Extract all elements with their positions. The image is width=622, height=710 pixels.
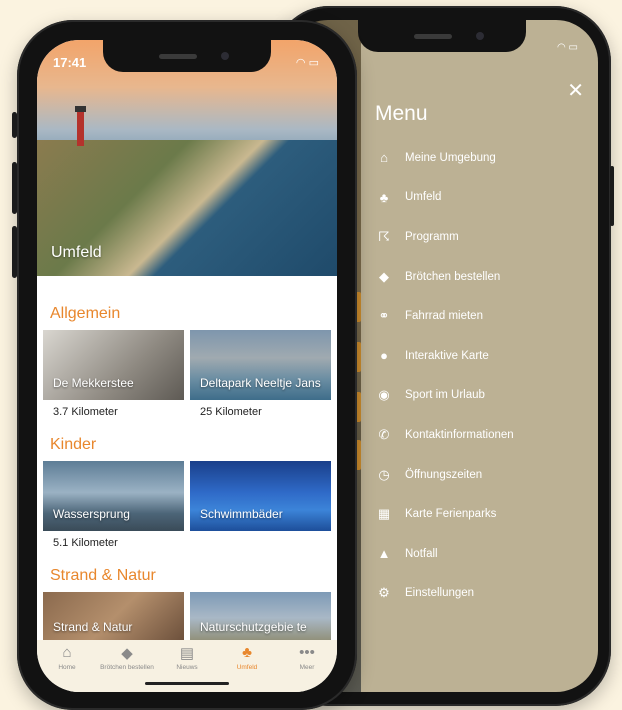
page-title: Umfeld <box>51 244 102 261</box>
tab-label: Brötchen bestellen <box>100 664 154 671</box>
card-naturschutzgebiete[interactable]: Naturschutzgebie te <box>190 592 331 644</box>
tab-umfeld[interactable]: ♣ Umfeld <box>217 644 277 671</box>
menu-item-label: Interaktive Karte <box>405 349 489 362</box>
card-label: Deltapark Neeltje Jans <box>200 376 321 390</box>
tab-label: Umfeld <box>236 664 258 671</box>
menu-item-label: Kontaktinformationen <box>405 428 514 441</box>
menu-item-label: Karte Ferienparks <box>405 508 497 521</box>
menu-item-karte[interactable]: ● Interaktive Karte <box>375 336 514 376</box>
ball-icon: ◉ <box>378 387 390 403</box>
card-de-mekkerstee[interactable]: De Mekkerstee <box>43 330 184 400</box>
bread-icon: ◆ <box>121 645 133 662</box>
menu-item-sport[interactable]: ◉ Sport im Urlaub <box>375 376 514 416</box>
area-icon: ♣ <box>379 189 389 205</box>
speaker <box>414 34 452 39</box>
card-strand-natur[interactable]: Strand & Natur <box>43 592 184 644</box>
menu-item-einstellungen[interactable]: ⚙ Einstellungen <box>375 574 514 614</box>
menu-item-oeffnungszeiten[interactable]: ◷ Öffnungszeiten <box>375 455 514 495</box>
section-title-strand-natur: Strand & Natur <box>50 567 156 584</box>
section-title-kinder: Kinder <box>50 436 97 453</box>
phone-button <box>610 166 614 226</box>
card-label: Schwimmbäder <box>200 507 283 521</box>
more-icon: ••• <box>299 644 315 661</box>
tab-nieuws[interactable]: ▤ Nieuws <box>157 644 217 671</box>
tab-label: Home <box>58 664 76 671</box>
menu-item-label: Umfeld <box>405 191 442 204</box>
menu-title: Menu <box>375 102 428 125</box>
house-icon: ⌂ <box>380 150 388 166</box>
battery-icon: ▭ <box>568 42 578 53</box>
menu-item-label: Fahrrad mieten <box>405 310 483 323</box>
notch <box>358 20 526 52</box>
menu-list: ⌂ Meine Umgebung ♣ Umfeld ☈ Programm ◆ Brötc… <box>375 138 514 613</box>
tab-home[interactable]: ⌂ Home <box>37 644 97 671</box>
tab-label: Meer <box>299 664 315 671</box>
tab-label: Nieuws <box>176 664 198 671</box>
menu-item-label: Notfall <box>405 547 438 560</box>
menu-item-label: Brötchen bestellen <box>405 270 501 283</box>
card-label: De Mekkerstee <box>53 376 134 390</box>
person-icon: ☈ <box>378 228 390 244</box>
side-menu: ✕ Menu ⌂ Meine Umgebung ♣ Umfeld ☈ Programm… <box>361 20 598 692</box>
card-wassersprung[interactable]: Wassersprung <box>43 461 184 531</box>
map-icon: ▦ <box>377 506 391 522</box>
phone-button <box>12 112 17 138</box>
menu-item-label: Meine Umgebung <box>405 151 496 164</box>
card-distance: 25 Kilometer <box>200 406 262 418</box>
menu-item-broetchen[interactable]: ◆ Brötchen bestellen <box>375 257 514 297</box>
card-label: Wassersprung <box>53 507 130 521</box>
status-icons: ◠ ▭ <box>296 56 319 69</box>
menu-item-notfall[interactable]: ▲ Notfall <box>375 534 514 574</box>
menu-item-meine-umgebung[interactable]: ⌂ Meine Umgebung <box>375 138 514 178</box>
wifi-icon: ◠ <box>295 57 306 69</box>
clock-icon: ◷ <box>378 466 390 482</box>
tab-broetchen[interactable]: ◆ Brötchen bestellen <box>97 644 157 671</box>
news-icon: ▤ <box>179 645 195 662</box>
home-icon: ⌂ <box>62 644 72 661</box>
front-phone: Umfeld Allgemein De Mekkerstee 3.7 Kilom… <box>12 20 357 710</box>
section-title-allgemein: Allgemein <box>50 305 121 322</box>
card-schwimmbaeder[interactable]: Schwimmbäder <box>190 461 331 531</box>
notch <box>103 40 271 72</box>
card-deltapark[interactable]: Deltapark Neeltje Jans <box>190 330 331 400</box>
area-icon: ♣ <box>242 644 252 661</box>
menu-item-label: Programm <box>405 230 459 243</box>
phone-button <box>12 226 17 278</box>
menu-item-fahrrad[interactable]: ⚭ Fahrrad mieten <box>375 296 514 336</box>
pin-icon: ● <box>380 348 388 364</box>
lighthouse <box>75 106 86 146</box>
wifi-icon: ◠ <box>557 42 566 53</box>
back-status-icons: ◠ ▭ <box>557 42 578 53</box>
card-distance: 5.1 Kilometer <box>53 537 118 549</box>
warning-icon: ▲ <box>377 546 391 562</box>
card-distance: 3.7 Kilometer <box>53 406 118 418</box>
status-time: 17:41 <box>53 55 87 70</box>
phone-icon: ✆ <box>378 426 390 442</box>
camera <box>476 32 484 40</box>
menu-item-label: Öffnungszeiten <box>405 468 483 481</box>
close-icon[interactable]: ✕ <box>567 78 584 103</box>
settings-icon: ⚙ <box>378 585 390 601</box>
menu-item-umfeld[interactable]: ♣ Umfeld <box>375 178 514 218</box>
bread-icon: ◆ <box>379 268 389 284</box>
front-screen: Umfeld Allgemein De Mekkerstee 3.7 Kilom… <box>37 40 337 692</box>
phone-button <box>12 162 17 214</box>
tab-meer[interactable]: ••• Meer <box>277 644 337 671</box>
hero-image: Umfeld <box>37 40 337 276</box>
menu-item-label: Einstellungen <box>405 587 475 600</box>
home-indicator[interactable] <box>145 682 229 685</box>
battery-icon: ▭ <box>308 57 319 69</box>
menu-item-label: Sport im Urlaub <box>405 389 485 402</box>
speaker <box>159 54 197 59</box>
menu-item-ferienparks[interactable]: ▦ Karte Ferienparks <box>375 494 514 534</box>
menu-item-programm[interactable]: ☈ Programm <box>375 217 514 257</box>
bike-icon: ⚭ <box>378 308 390 324</box>
menu-item-kontakt[interactable]: ✆ Kontaktinformationen <box>375 415 514 455</box>
camera <box>221 52 229 60</box>
